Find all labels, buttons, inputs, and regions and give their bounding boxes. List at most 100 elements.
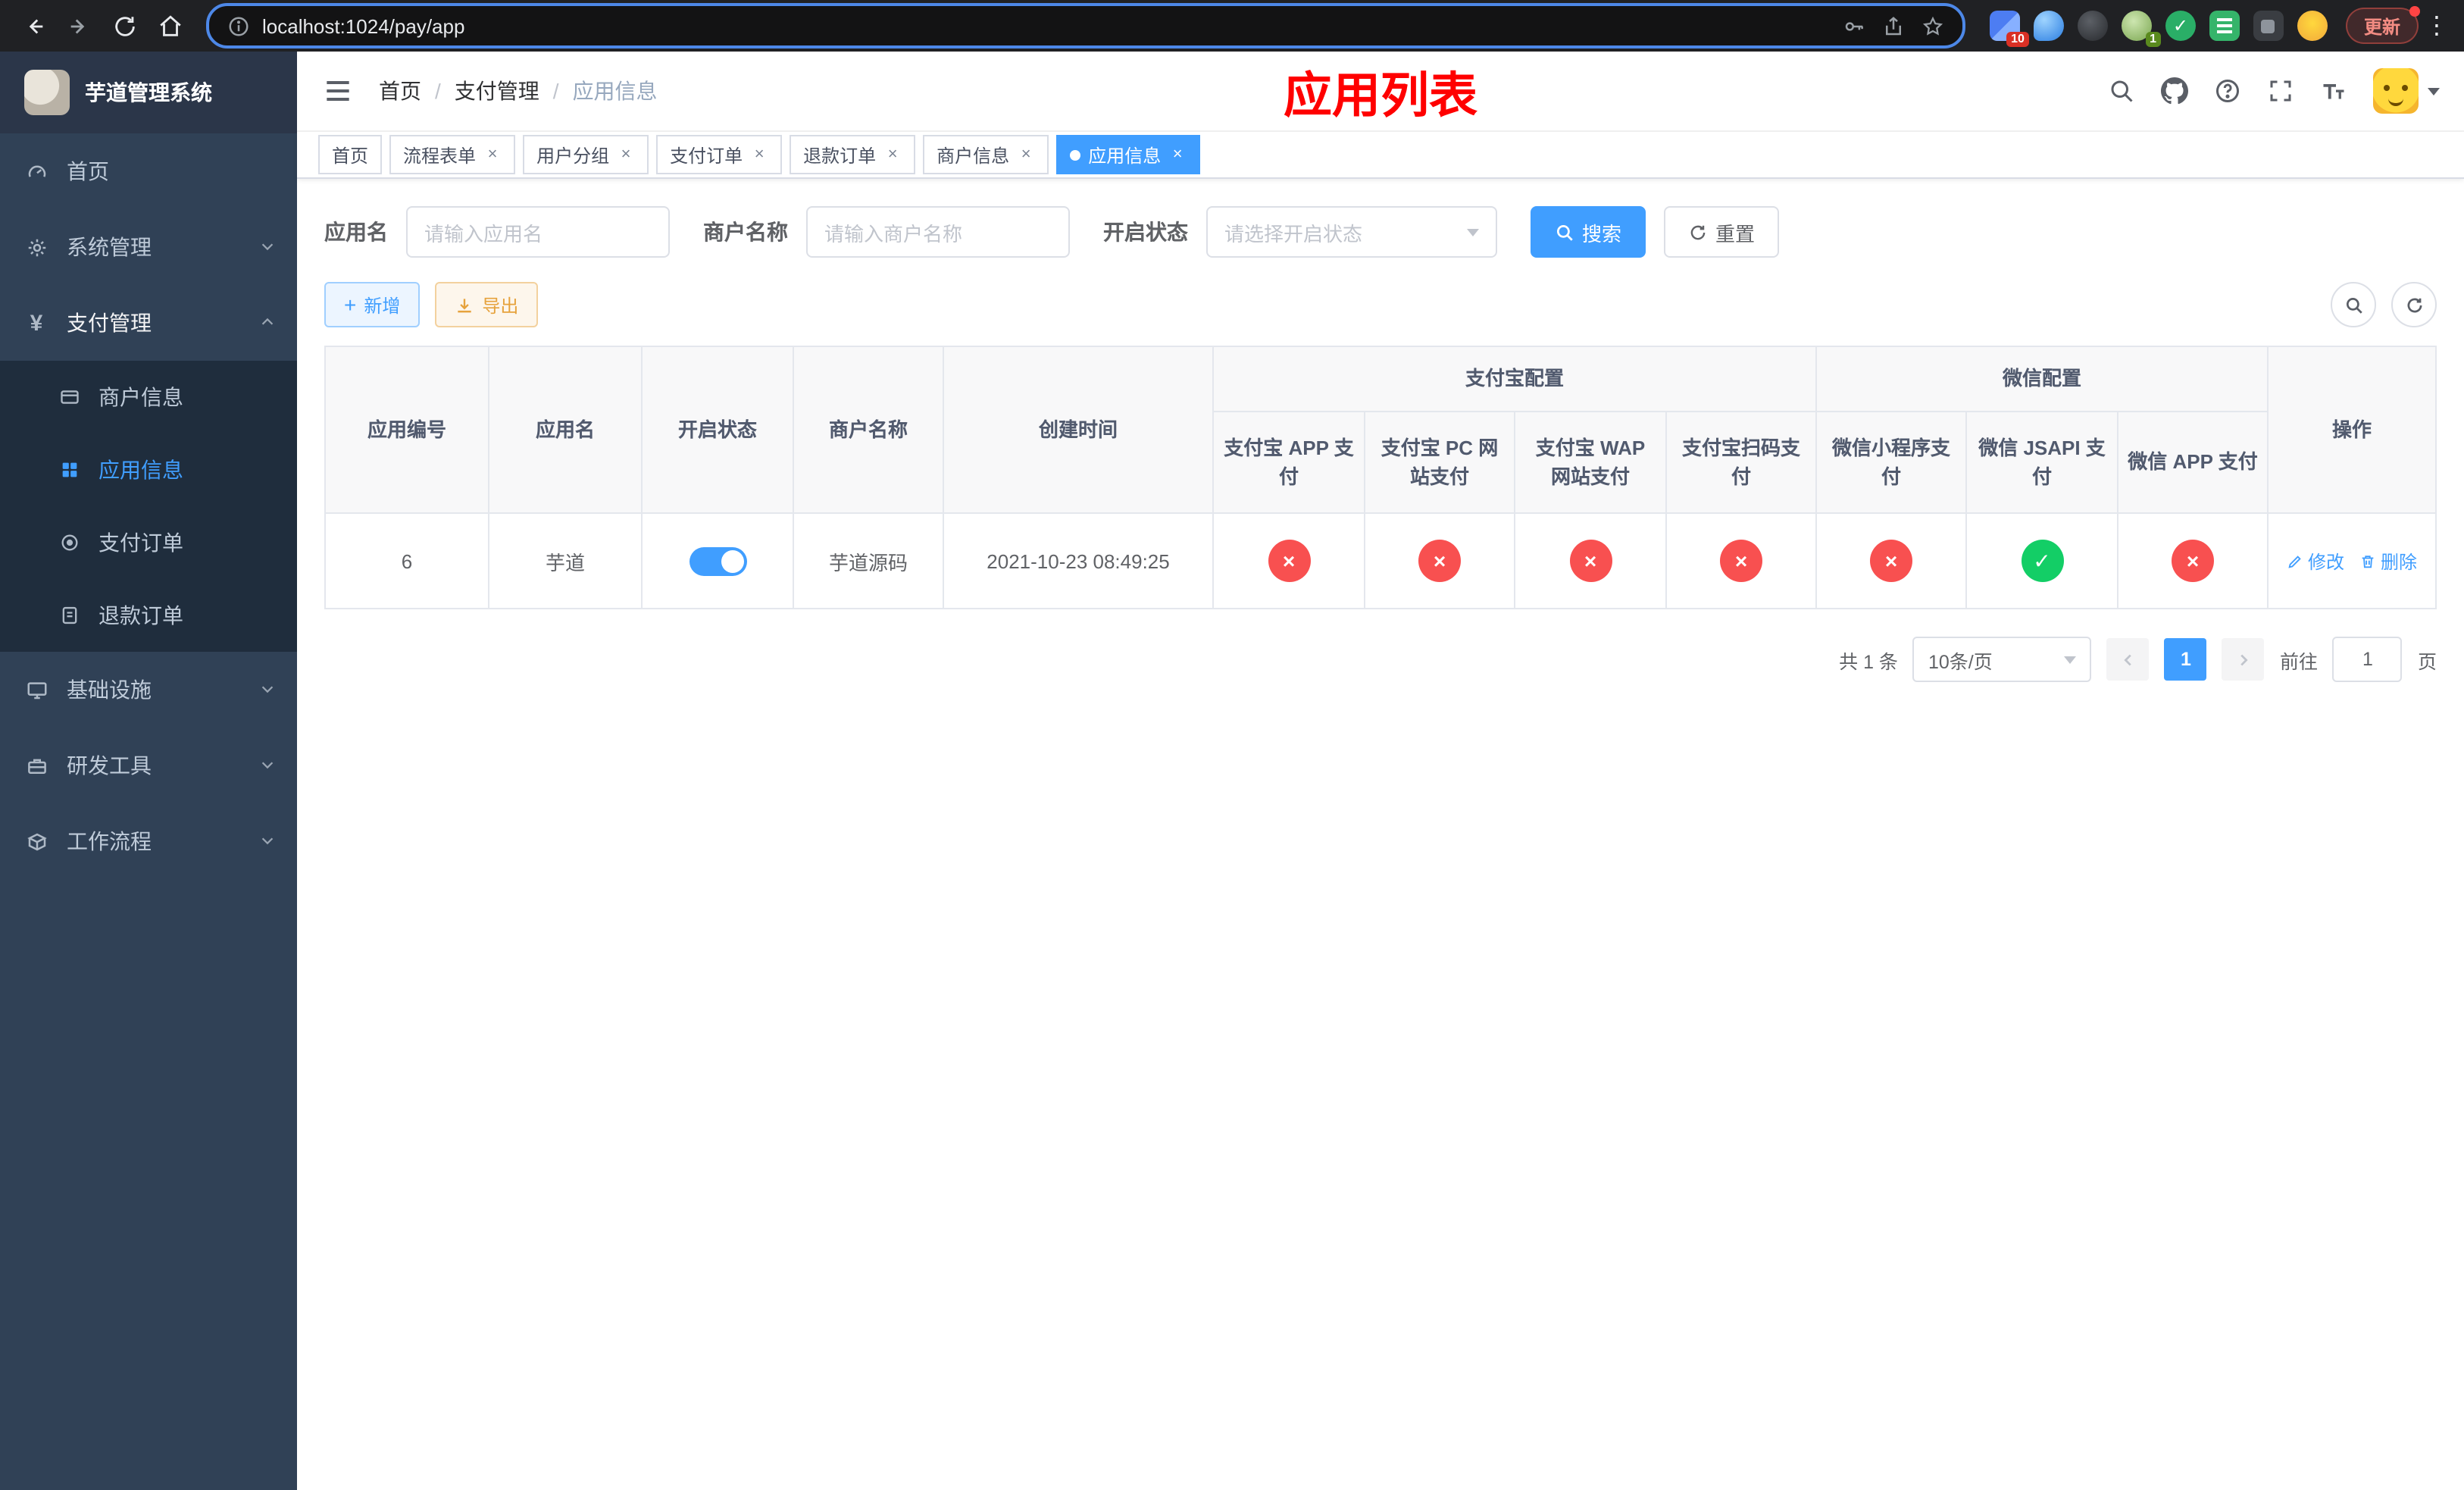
- refresh-table-button[interactable]: [2391, 282, 2437, 327]
- password-key-icon[interactable]: [1843, 14, 1865, 37]
- sidebar-item-label: 支付管理: [67, 311, 152, 335]
- sidebar-item-app-info[interactable]: 应用信息: [0, 434, 297, 506]
- next-page-button[interactable]: [2222, 638, 2265, 681]
- sidebar-toggle-icon[interactable]: [321, 74, 355, 108]
- extension-icon-5[interactable]: ✓: [2165, 11, 2196, 41]
- alipay-wap-config-icon[interactable]: ×: [1569, 540, 1612, 582]
- tab-label: 流程表单: [403, 145, 477, 166]
- extension-icon-4[interactable]: 1: [2121, 11, 2161, 47]
- delete-button[interactable]: 删除: [2359, 548, 2417, 574]
- extension-icon-8[interactable]: [2297, 11, 2328, 41]
- merchant-name-label: 商户名称: [703, 220, 788, 244]
- extensions-tray: 10 1 ✓: [1981, 11, 2337, 47]
- edit-button[interactable]: 修改: [2287, 548, 2344, 574]
- page-size-select[interactable]: 10条/页: [1912, 637, 2092, 682]
- merchant-name-input[interactable]: 请输入商户名称: [806, 206, 1070, 258]
- chevron-down-icon: [259, 829, 276, 853]
- sidebar-item-pay-order[interactable]: 支付订单: [0, 506, 297, 579]
- goto-page-input[interactable]: [2332, 637, 2403, 682]
- address-bar[interactable]: localhost:1024/pay/app: [206, 3, 1965, 49]
- fullscreen-icon[interactable]: [2267, 77, 2294, 105]
- chevron-right-icon: [2240, 653, 2248, 665]
- wechat-app-config-icon[interactable]: ×: [2172, 540, 2215, 582]
- browser-home-button[interactable]: [149, 5, 191, 47]
- sidebar-item-pay[interactable]: ¥ 支付管理: [0, 285, 297, 361]
- page-number-button[interactable]: 1: [2164, 638, 2207, 681]
- sidebar-item-label: 基础设施: [67, 678, 152, 702]
- extension-icon-3[interactable]: [2077, 11, 2108, 41]
- sidebar-menu: 首页 系统管理 ¥ 支付管理 商户信息 应用信息 支付订单 退款订单 基础设施 …: [0, 133, 297, 1490]
- cell-app-id: 6: [324, 512, 489, 609]
- tab-close-icon[interactable]: ×: [750, 146, 768, 164]
- extension-badge-red: 10: [2006, 32, 2029, 47]
- tab-close-icon[interactable]: ×: [883, 146, 902, 164]
- extension-icon-1[interactable]: 10: [1989, 11, 2029, 47]
- breadcrumb-home[interactable]: 首页: [379, 76, 421, 106]
- help-icon[interactable]: [2214, 77, 2241, 105]
- add-button[interactable]: + 新增: [324, 282, 421, 327]
- search-icon[interactable]: [2108, 77, 2135, 105]
- wechat-mini-config-icon[interactable]: ×: [1870, 540, 1913, 582]
- tab-close-icon[interactable]: ×: [483, 146, 502, 164]
- browser-back-button[interactable]: [12, 5, 55, 47]
- export-button[interactable]: 导出: [435, 282, 539, 327]
- user-avatar[interactable]: [2373, 68, 2419, 114]
- browser-forward-button[interactable]: [58, 5, 100, 47]
- sidebar-item-workflow[interactable]: 工作流程: [0, 803, 297, 879]
- tab-close-icon[interactable]: ×: [1017, 146, 1035, 164]
- gear-icon: [24, 235, 48, 259]
- share-icon[interactable]: [1882, 14, 1905, 37]
- reset-button[interactable]: 重置: [1664, 206, 1780, 258]
- tab-app-info[interactable]: 应用信息 ×: [1056, 135, 1201, 174]
- page-info-icon[interactable]: [227, 14, 250, 37]
- sidebar-item-merchant-info[interactable]: 商户信息: [0, 361, 297, 434]
- sidebar-item-devtools[interactable]: 研发工具: [0, 728, 297, 803]
- dashboard-icon: [24, 159, 48, 183]
- extension-icon-7[interactable]: [2253, 11, 2284, 41]
- app-name-placeholder: 请输入应用名: [424, 222, 543, 245]
- sidebar-item-system[interactable]: 系统管理: [0, 209, 297, 285]
- prev-page-button[interactable]: [2106, 638, 2150, 681]
- sidebar-submenu-pay: 商户信息 应用信息 支付订单 退款订单: [0, 361, 297, 652]
- browser-menu-button[interactable]: ⋮: [2422, 11, 2452, 41]
- active-tab-dot: [1070, 149, 1081, 160]
- sidebar-item-refund-order[interactable]: 退款订单: [0, 579, 297, 652]
- tab-merchant-info[interactable]: 商户信息 ×: [923, 135, 1049, 174]
- search-button[interactable]: 搜索: [1531, 206, 1646, 258]
- status-select[interactable]: 请选择开启状态: [1206, 206, 1497, 258]
- breadcrumb-pay[interactable]: 支付管理: [455, 76, 539, 106]
- app-logo[interactable]: 芋道管理系统: [0, 52, 297, 133]
- font-size-icon[interactable]: [2320, 77, 2347, 105]
- pagination-total: 共 1 条: [1839, 651, 1898, 672]
- alipay-app-config-icon[interactable]: ×: [1268, 540, 1310, 582]
- browser-reload-button[interactable]: [103, 5, 145, 47]
- status-toggle[interactable]: [689, 546, 746, 575]
- tab-home[interactable]: 首页: [318, 135, 383, 174]
- target-icon: [58, 531, 80, 554]
- browser-update-button[interactable]: 更新: [2345, 6, 2421, 44]
- edit-button-label: 修改: [2307, 551, 2344, 572]
- tab-close-icon[interactable]: ×: [617, 146, 635, 164]
- wechat-jsapi-config-icon[interactable]: ✓: [2021, 540, 2064, 582]
- alipay-pc-config-icon[interactable]: ×: [1418, 540, 1461, 582]
- tab-user-group[interactable]: 用户分组 ×: [523, 135, 649, 174]
- sidebar-item-home[interactable]: 首页: [0, 133, 297, 209]
- tab-refund-order[interactable]: 退款订单 ×: [790, 135, 916, 174]
- document-icon: [58, 604, 80, 627]
- github-icon[interactable]: [2161, 77, 2188, 105]
- toolbox-icon: [24, 753, 48, 778]
- app-name-input[interactable]: 请输入应用名: [406, 206, 670, 258]
- sidebar-item-infrastructure[interactable]: 基础设施: [0, 652, 297, 728]
- extension-icon-6[interactable]: [2209, 11, 2240, 41]
- tab-close-icon[interactable]: ×: [1168, 146, 1187, 164]
- tab-process-form[interactable]: 流程表单 ×: [389, 135, 516, 174]
- col-alipay-app: 支付宝 APP 支付: [1212, 411, 1365, 514]
- extension-icon-2[interactable]: [2033, 11, 2064, 41]
- tab-pay-order[interactable]: 支付订单 ×: [656, 135, 783, 174]
- bookmark-star-icon[interactable]: [1921, 14, 1944, 37]
- logo-avatar-image: [24, 70, 70, 115]
- app-title: 芋道管理系统: [85, 80, 212, 105]
- user-avatar-menu[interactable]: [2373, 68, 2440, 114]
- toggle-search-button[interactable]: [2331, 282, 2376, 327]
- alipay-scan-config-icon[interactable]: ×: [1720, 540, 1762, 582]
